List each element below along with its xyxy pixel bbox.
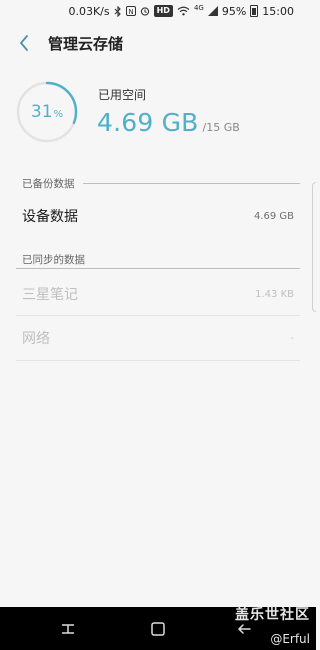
list-item-value: 1.43 KB [255, 288, 294, 300]
signal-icon [207, 6, 218, 16]
recent-apps-button[interactable] [56, 617, 80, 641]
page-title: 管理云存储 [48, 34, 124, 53]
list-item-value: 4.69 GB [253, 210, 294, 222]
edge-panel-handle[interactable] [312, 182, 316, 312]
battery-icon [250, 5, 259, 17]
home-button[interactable] [146, 617, 170, 641]
clock: 15:00 [262, 4, 294, 18]
home-icon [151, 622, 165, 636]
sync-section-title: 已同步的数据 [22, 253, 85, 266]
sync-section-header: 已同步的数据 [22, 251, 300, 267]
back-button[interactable] [14, 33, 34, 53]
watermark: 盖乐世社区 @Erful [235, 607, 310, 647]
hd-voice-badge: HD [153, 5, 173, 17]
list-divider [16, 360, 300, 361]
used-space-label: 已用空间 [98, 88, 147, 102]
list-item-label: 网络 [22, 331, 50, 347]
list-item-value: - [290, 332, 294, 344]
section-divider [82, 182, 300, 184]
usage-percent-number: 31 [30, 102, 53, 122]
navigation-bar: 盖乐世社区 @Erful [0, 607, 316, 650]
watermark-user: @Erful [270, 632, 310, 646]
status-bar: 0.03K/s N HD 4G 95% 15:00 [0, 0, 316, 22]
list-item-label: 设备数据 [22, 209, 78, 225]
nfc-icon: N [125, 6, 136, 16]
network-speed: 0.03K/s [68, 4, 110, 18]
usage-percent-sign: % [53, 108, 64, 120]
list-item-samsung-notes[interactable]: 三星笔记 1.43 KB [22, 272, 294, 316]
app-bar: 管理云存储 [0, 22, 316, 64]
recent-apps-icon [62, 624, 74, 634]
wifi-icon [177, 6, 190, 16]
watermark-title: 盖乐世社区 [235, 607, 310, 623]
usage-percent: 31% [16, 81, 78, 143]
backup-section-header: 已备份数据 [22, 175, 300, 191]
used-space-value: 4.69 GB [97, 108, 199, 137]
list-item-device-data[interactable]: 设备数据 4.69 GB [22, 194, 294, 238]
svg-text:N: N [128, 8, 133, 16]
list-item-label: 三星笔记 [22, 287, 78, 303]
network-type: 4G [193, 4, 204, 12]
list-item-internet[interactable]: 网络 - [22, 316, 294, 360]
screen: 0.03K/s N HD 4G 95% 15:00 管理云存储 31 % 已用空… [0, 0, 316, 650]
storage-summary: 31% 已用空间 4.69 GB /15 GB [0, 78, 316, 148]
section-divider [16, 268, 300, 269]
bluetooth-icon [114, 5, 122, 17]
alarm-icon [140, 6, 150, 16]
backup-section-title: 已备份数据 [22, 177, 75, 190]
total-space-value: /15 GB [202, 121, 240, 134]
battery-percent: 95% [221, 4, 247, 18]
used-space-line: 4.69 GB /15 GB [97, 108, 240, 137]
back-arrow-icon [19, 35, 28, 51]
